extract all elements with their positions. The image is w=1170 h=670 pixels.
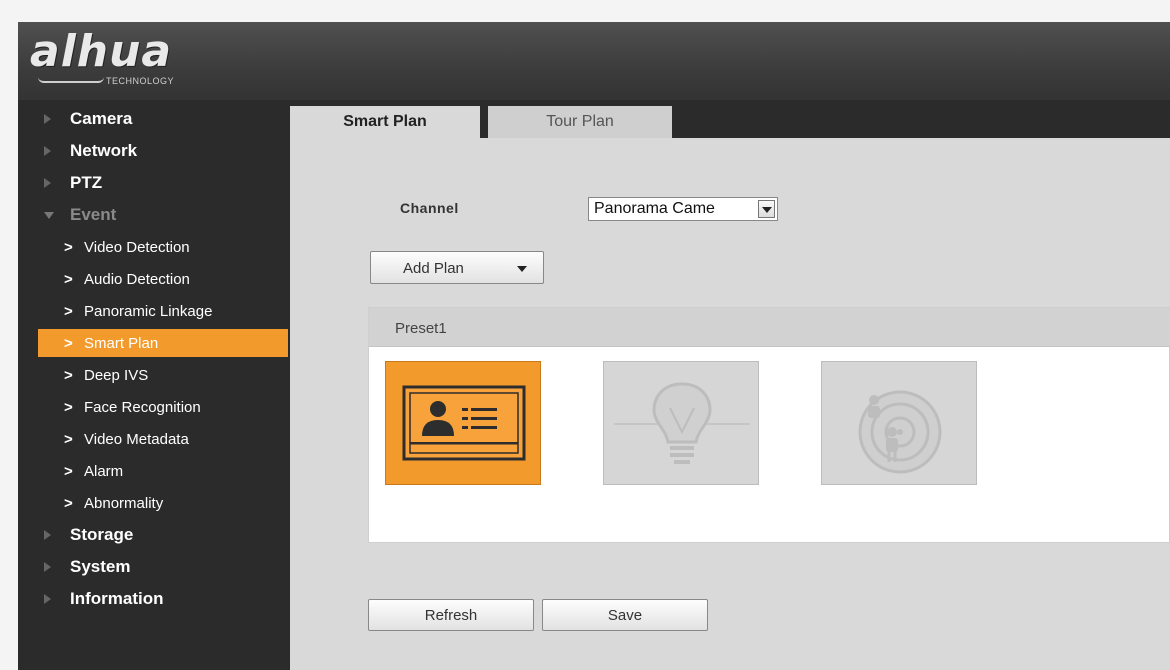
add-plan-button[interactable]: Add Plan [370, 251, 544, 284]
sidebar-sub-label: Smart Plan [84, 334, 159, 352]
chevron-right-icon: > [64, 398, 73, 416]
logo-tagline: TECHNOLOGY [106, 76, 175, 86]
sidebar-sub-alarm[interactable]: > Alarm [38, 457, 288, 485]
sidebar-sub-audio-detection[interactable]: > Audio Detection [38, 265, 288, 293]
caret-down-icon [517, 266, 527, 272]
radar-target-plan-card[interactable] [821, 361, 977, 485]
sidebar-item-label: Storage [70, 525, 134, 544]
sidebar-sub-label: Panoramic Linkage [84, 302, 213, 320]
preset-header[interactable]: Preset1 [369, 308, 1170, 347]
chevron-right-icon: > [64, 462, 73, 480]
sidebar-sub-video-detection[interactable]: > Video Detection [38, 233, 288, 261]
collapsed-arrow-icon [44, 178, 51, 188]
sidebar-sub-label: Deep IVS [84, 366, 149, 384]
sidebar-item-camera[interactable]: Camera [18, 104, 290, 134]
sidebar-item-information[interactable]: Information [18, 584, 290, 614]
sidebar-item-event[interactable]: Event [18, 200, 290, 230]
dahua-logo: alhua TECHNOLOGY [30, 26, 270, 88]
logo-wordmark: alhua [30, 26, 173, 77]
collapsed-arrow-icon [44, 114, 51, 124]
sidebar-item-label: Camera [70, 109, 133, 128]
sidebar-sub-label: Alarm [84, 462, 124, 480]
sidebar-sub-face-recognition[interactable]: > Face Recognition [38, 393, 288, 421]
sidebar-item-label: Event [70, 205, 117, 224]
sidebar-sub-label: Video Detection [84, 238, 190, 256]
expanded-arrow-icon [44, 211, 54, 219]
face-recognition-plan-card[interactable] [385, 361, 541, 485]
chevron-right-icon: > [64, 430, 73, 448]
preset-panel: Preset1 [368, 307, 1170, 543]
sidebar-sub-panoramic-linkage[interactable]: > Panoramic Linkage [38, 297, 288, 325]
top-bar: alhua TECHNOLOGY [18, 22, 1170, 100]
channel-select-value: Panorama Came [594, 200, 715, 217]
sidebar-sub-abnormality[interactable]: > Abnormality [38, 489, 288, 517]
sidebar-sub-deep-ivs[interactable]: > Deep IVS [38, 361, 288, 389]
chevron-right-icon: > [64, 302, 73, 320]
app-window: alhua TECHNOLOGY Camera Network PTZ Even… [18, 22, 1170, 670]
add-plan-label: Add Plan [403, 260, 464, 277]
radar-target-icon [858, 390, 942, 474]
sidebar-item-label: Network [70, 141, 138, 160]
collapsed-arrow-icon [44, 146, 51, 156]
tab-smart-plan[interactable]: Smart Plan [290, 106, 480, 138]
lightbulb-icon [614, 382, 750, 464]
chevron-right-icon: > [64, 494, 73, 512]
chevron-right-icon: > [64, 270, 73, 288]
collapsed-arrow-icon [44, 562, 51, 572]
main-content: Smart Plan Tour Plan Channel Panorama Ca… [290, 100, 1170, 670]
chevron-right-icon: > [64, 366, 73, 384]
tab-tour-plan[interactable]: Tour Plan [488, 106, 672, 138]
sidebar-sub-label: Face Recognition [84, 398, 201, 416]
sidebar-sub-label: Abnormality [84, 494, 164, 512]
face-recognition-icon [402, 385, 526, 461]
lightbulb-plan-card[interactable] [603, 361, 759, 485]
channel-select[interactable]: Panorama Came [588, 197, 778, 221]
collapsed-arrow-icon [44, 530, 51, 540]
save-button[interactable]: Save [542, 599, 708, 631]
sidebar-sub-label: Audio Detection [84, 270, 190, 288]
collapsed-arrow-icon [44, 594, 51, 604]
sidebar-sub-label: Video Metadata [84, 430, 189, 448]
refresh-button[interactable]: Refresh [368, 599, 534, 631]
tab-strip: Smart Plan Tour Plan [290, 100, 1170, 138]
logo-swoosh [38, 77, 104, 83]
sidebar-item-ptz[interactable]: PTZ [18, 168, 290, 198]
sidebar: Camera Network PTZ Event > Video Detecti… [18, 100, 290, 670]
sidebar-item-label: System [70, 557, 131, 576]
sidebar-item-label: PTZ [70, 173, 103, 192]
sidebar-item-system[interactable]: System [18, 552, 290, 582]
sidebar-item-label: Information [70, 589, 164, 608]
chevron-right-icon: > [64, 334, 73, 352]
dropdown-arrow-icon[interactable] [758, 200, 775, 218]
sidebar-item-storage[interactable]: Storage [18, 520, 290, 550]
preset-label: Preset1 [395, 320, 447, 337]
sidebar-sub-smart-plan[interactable]: > Smart Plan [38, 329, 288, 357]
chevron-right-icon: > [64, 238, 73, 256]
sidebar-item-network[interactable]: Network [18, 136, 290, 166]
channel-label: Channel [400, 200, 459, 216]
sidebar-sub-video-metadata[interactable]: > Video Metadata [38, 425, 288, 453]
